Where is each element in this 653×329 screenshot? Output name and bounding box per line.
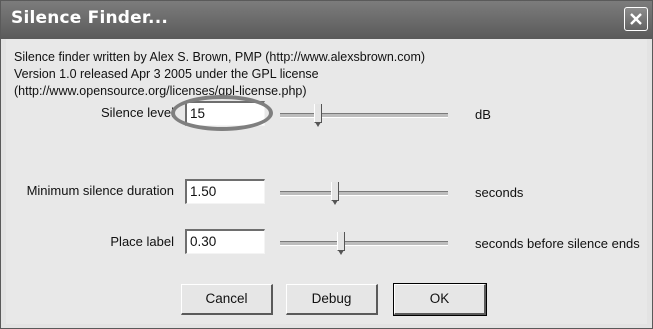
min-duration-input[interactable]: 1.50 [185, 179, 265, 204]
min-duration-slider[interactable] [280, 182, 448, 205]
cancel-button[interactable]: Cancel [181, 284, 273, 315]
close-button[interactable] [624, 7, 648, 31]
about-line-2: Version 1.0 released Apr 3 2005 under th… [14, 67, 319, 81]
window-title: Silence Finder... [11, 8, 169, 28]
place-label-slider[interactable] [280, 232, 448, 255]
slider-track [280, 113, 448, 118]
slider-thumb[interactable] [337, 232, 345, 255]
slider-track [280, 191, 448, 196]
slider-track [280, 241, 448, 246]
min-duration-unit: seconds [475, 185, 524, 200]
silence-level-unit: dB [475, 107, 491, 122]
close-icon [630, 13, 642, 25]
about-text: Silence finder written by Alex S. Brown,… [14, 49, 425, 100]
slider-thumb[interactable] [331, 182, 339, 205]
title-bar: Silence Finder... [1, 1, 652, 39]
highlight-circle [171, 95, 273, 131]
debug-button[interactable]: Debug [286, 284, 378, 315]
silence-finder-dialog: Silence Finder... Silence finder written… [0, 0, 653, 329]
silence-level-label: Silence level [101, 105, 174, 120]
silence-level-slider[interactable] [280, 104, 448, 127]
min-duration-label: Minimum silence duration [26, 183, 174, 198]
place-label-label: Place label [110, 234, 174, 249]
about-line-1: Silence finder written by Alex S. Brown,… [14, 50, 426, 64]
slider-thumb[interactable] [314, 104, 322, 127]
place-label-input[interactable]: 0.30 [185, 229, 265, 254]
ok-button[interactable]: OK [393, 283, 487, 316]
place-label-unit: seconds before silence ends [475, 236, 640, 251]
